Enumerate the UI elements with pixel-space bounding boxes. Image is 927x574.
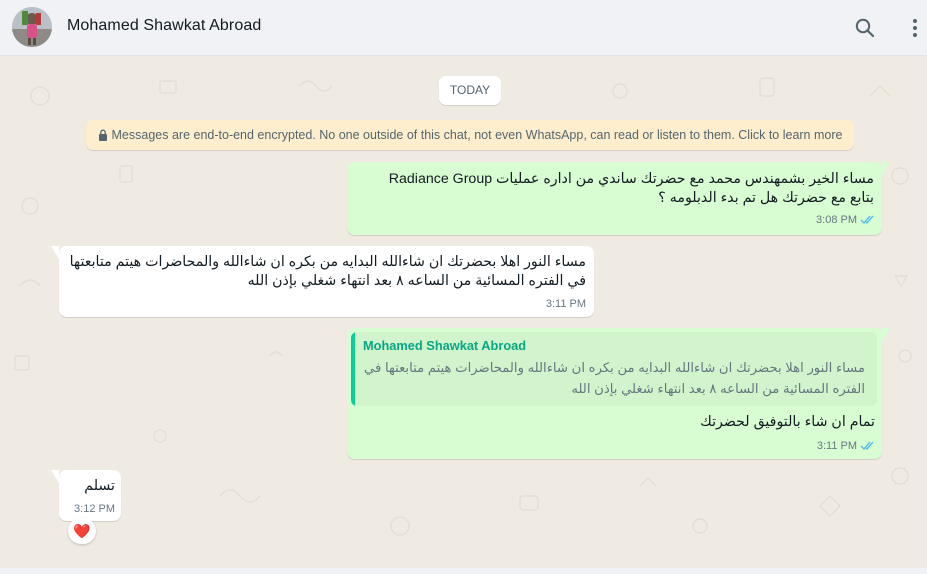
message-text-line: بتابع مع حضرتك هل تم بدء الدبلومه ؟ (658, 190, 874, 206)
message-bubble-outgoing[interactable]: مساء الخير بشمهندس محمد مع حضرتك ساندي م… (347, 162, 890, 235)
lock-icon (98, 122, 108, 152)
footer-edge (0, 568, 927, 574)
message-time: 3:12 PM (74, 503, 115, 515)
message-text-line: في الفتره المسائية من الساعه ٨ بعد انتها… (247, 273, 586, 289)
encryption-notice[interactable]: Messages are end-to-end encrypted. No on… (86, 120, 854, 150)
message-time: 3:11 PM (816, 440, 857, 452)
bubble-tail (882, 328, 890, 341)
avatar-photo (12, 7, 52, 47)
message-meta: 3:11 PM (817, 440, 876, 454)
quoted-text-line: مساء النور اهلا بحضرتك ان شاءالله البداي… (364, 360, 865, 375)
message-text-line: مساء النور اهلا بحضرتك ان شاءالله البداي… (69, 254, 586, 270)
quoted-message[interactable]: Mohamed Shawkat Abroad مساء النور اهلا ب… (351, 332, 877, 406)
message-time: 3:11 PM (545, 298, 586, 310)
read-receipt-icon (860, 440, 876, 454)
chat-header: Mohamed Shawkat Abroad (0, 0, 927, 56)
message-text-line: تسلم (84, 478, 115, 494)
quoted-author: Mohamed Shawkat Abroad (363, 338, 527, 353)
kebab-menu-icon[interactable] (903, 16, 927, 40)
encryption-notice-text: Messages are end-to-end encrypted. No on… (111, 128, 843, 142)
search-icon[interactable] (853, 16, 877, 40)
date-divider: TODAY (439, 76, 501, 105)
message-bubble-incoming[interactable]: تسلم 3:12 PM (51, 470, 121, 521)
bubble-tail (882, 162, 890, 175)
read-receipt-icon (860, 214, 876, 228)
message-text-line: مساء الخير بشمهندس محمد مع حضرتك ساندي م… (388, 171, 874, 187)
message-time: 3:08 PM (816, 214, 857, 226)
message-meta: 3:08 PM (816, 214, 876, 228)
quoted-text-line: الفتره المسائية من الساعه ٨ بعد انتهاء ش… (571, 381, 865, 396)
quote-accent-bar (351, 332, 355, 406)
message-bubble-outgoing-reply[interactable]: Mohamed Shawkat Abroad مساء النور اهلا ب… (347, 328, 890, 459)
message-pane[interactable]: TODAY Messages are end-to-end encrypted.… (0, 56, 927, 568)
bubble-tail (51, 470, 59, 483)
contact-name[interactable]: Mohamed Shawkat Abroad (67, 17, 261, 35)
avatar[interactable] (12, 7, 52, 47)
bubble-tail (51, 246, 59, 259)
heart-reaction[interactable]: ❤️ (68, 518, 96, 544)
message-text-line: تمام ان شاء بالتوفيق لحضرتك (700, 414, 875, 430)
message-bubble-incoming[interactable]: مساء النور اهلا بحضرتك ان شاءالله البداي… (51, 246, 594, 317)
